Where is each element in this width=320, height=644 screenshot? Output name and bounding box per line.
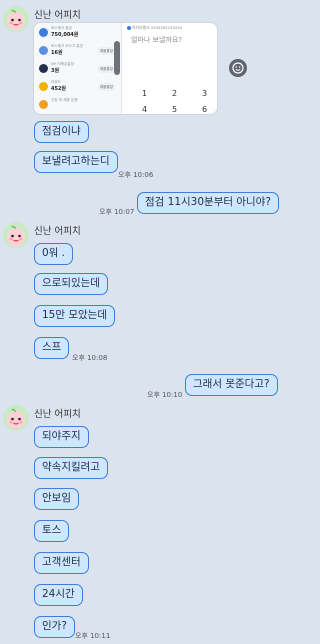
account-action-button: 채움통장 — [98, 83, 115, 91]
message-bubble[interactable]: 스프 — [34, 337, 70, 359]
account-balance: 3원 — [51, 68, 60, 74]
sender-name: 신난 어피치 — [34, 226, 81, 237]
message-bubble[interactable]: 0워 . — [34, 243, 74, 265]
peach-avatar-icon — [7, 225, 25, 246]
account-balance: 750,004원 — [51, 32, 79, 38]
keypad-key: 1 — [142, 89, 148, 98]
account-label: 신한 외 제휴 은행 — [51, 98, 78, 102]
message-bubble[interactable]: 되야주지 — [34, 426, 89, 448]
message-bubble[interactable]: 15만 모았는데 — [34, 305, 115, 327]
message-bubble[interactable]: 고객센터 — [34, 552, 89, 574]
keypad-key: 4 — [142, 105, 148, 114]
bank-icon — [39, 28, 48, 37]
keypad-key: 2 — [172, 89, 178, 98]
shared-image-account-list: 토스뱅크 통장 750,004원 토스뱅크 모으기 통장 16원 채움통장 NH… — [34, 23, 122, 114]
message-bubble[interactable]: 점검이냐 — [34, 121, 89, 143]
bank-icon — [39, 64, 48, 73]
message-time: 오후 10:07 — [99, 208, 135, 216]
reaction-button[interactable] — [229, 59, 247, 77]
account-action-button: 채움통장 — [98, 65, 115, 73]
keypad-key: 5 — [172, 105, 178, 114]
message-bubble[interactable]: 으로되있는데 — [34, 273, 108, 295]
message-bubble[interactable]: 보낼려고하는디 — [34, 151, 118, 173]
message-bubble[interactable]: 24시간 — [34, 584, 83, 606]
message-time: 오후 10:11 — [75, 632, 111, 640]
smile-icon — [232, 62, 244, 74]
message-bubble[interactable]: 토스 — [34, 520, 70, 542]
list-item: 토스뱅크 모으기 통장 16원 채움통장 — [37, 44, 117, 58]
account-action-button: 채움통장 — [98, 47, 115, 55]
list-item: 신한 외 제휴 은행 — [37, 98, 117, 112]
account-balance: 452원 — [51, 86, 67, 92]
transfer-account: 카카오뱅크 3333205233234 — [127, 25, 182, 31]
peach-avatar-icon — [7, 408, 25, 429]
peach-avatar-icon — [7, 9, 25, 30]
message-time: 오후 10:10 — [147, 391, 183, 399]
coin-icon — [39, 82, 48, 91]
bank-icon — [39, 100, 48, 109]
sender-avatar[interactable] — [3, 405, 29, 431]
keypad-key: 3 — [202, 89, 208, 98]
list-item: 토스뱅크 통장 750,004원 — [37, 26, 117, 40]
shared-image-transfer-panel: 카카오뱅크 3333205233234 얼마나 보낼까요? 1 2 3 4 5 … — [123, 23, 217, 114]
keypad-key: 6 — [202, 105, 208, 114]
sender-name: 신난 어피치 — [34, 409, 81, 420]
list-item: NH 저축금통장 3원 채움통장 — [37, 62, 117, 76]
message-bubble-mine[interactable]: 점검 11시30분부터 아니야? — [137, 192, 279, 214]
message-bubble[interactable]: 인가? — [34, 616, 75, 638]
message-bubble-mine[interactable]: 그래서 못준다고? — [185, 374, 278, 396]
sender-avatar[interactable] — [3, 6, 29, 32]
scrollbar — [114, 41, 120, 75]
message-time: 오후 10:06 — [118, 171, 154, 179]
sender-name: 신난 어피치 — [34, 10, 81, 21]
message-time: 오후 10:08 — [72, 354, 108, 362]
sender-avatar[interactable] — [3, 222, 29, 248]
message-bubble[interactable]: 안보임 — [34, 488, 79, 510]
bank-icon — [39, 46, 48, 55]
message-bubble[interactable]: 약속지킬려고 — [34, 457, 108, 479]
transfer-question: 얼마나 보낼까요? — [131, 36, 183, 44]
list-item: 리워드 452원 채움통장 — [37, 80, 117, 94]
shared-image[interactable]: 토스뱅크 통장 750,004원 토스뱅크 모으기 통장 16원 채움통장 NH… — [33, 22, 218, 115]
account-balance: 16원 — [51, 50, 63, 56]
